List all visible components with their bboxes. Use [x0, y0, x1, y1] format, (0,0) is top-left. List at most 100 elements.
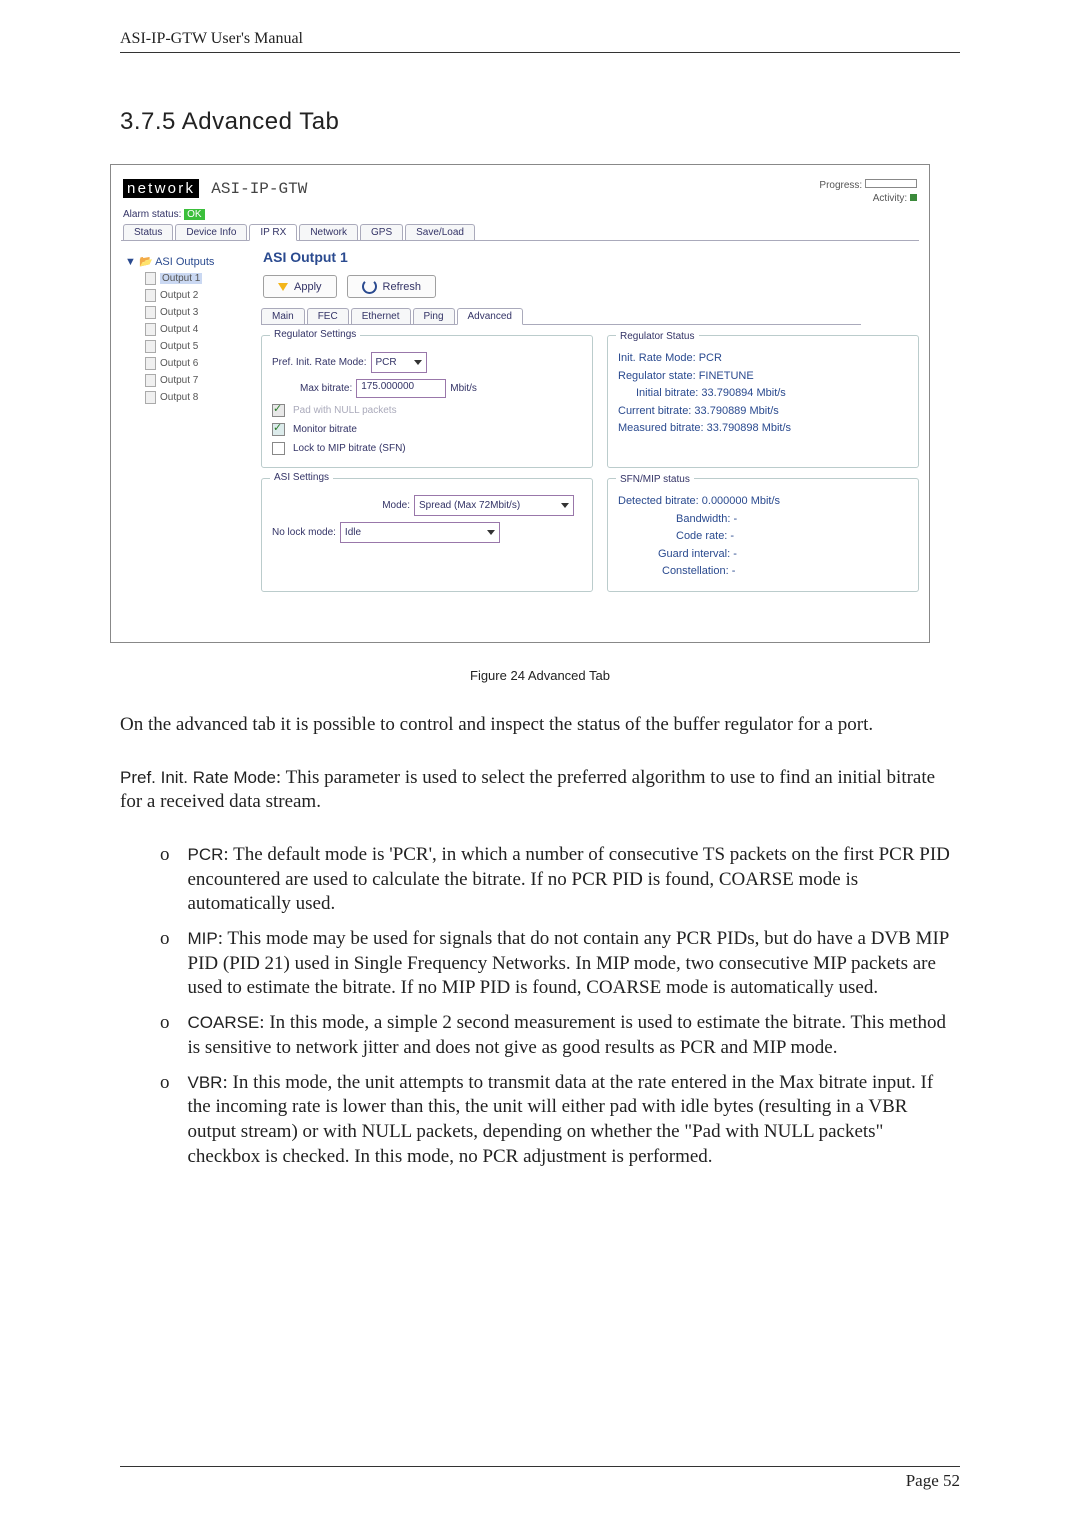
- subtab-ethernet[interactable]: Ethernet: [351, 308, 411, 324]
- asi-settings-legend: ASI Settings: [270, 472, 333, 483]
- max-bitrate-input[interactable]: 175.000000: [356, 379, 446, 398]
- output-tree: ▼ 📂 ASI Outputs Output 1 Output 2 Output…: [125, 249, 249, 622]
- lock-mip-checkbox[interactable]: [272, 442, 285, 455]
- tree-item-label: Output 7: [160, 375, 198, 386]
- list-item-coarse: o COARSE: In this mode, a simple 2 second…: [160, 1011, 960, 1060]
- bullet-mark: o: [160, 927, 170, 1001]
- asi-settings-panel: ASI Settings Mode: Spread (Max 72Mbit/s)…: [261, 478, 593, 592]
- alarm-status-row: Alarm status: OK: [121, 207, 919, 224]
- intro-paragraph: On the advanced tab it is possible to co…: [120, 713, 960, 738]
- pane-title: ASI Output 1: [261, 249, 919, 269]
- tree-output-5[interactable]: Output 5: [145, 338, 249, 355]
- asi-mode-select[interactable]: Spread (Max 72Mbit/s): [414, 495, 574, 516]
- tree-output-2[interactable]: Output 2: [145, 287, 249, 304]
- option-label: PCR: [188, 845, 224, 864]
- pad-null-checkbox: [272, 404, 285, 417]
- section-heading: 3.7.5 Advanced Tab: [120, 108, 960, 136]
- tree-item-label: Output 2: [160, 290, 198, 301]
- document-header: ASI-IP-GTW User's Manual: [120, 30, 960, 53]
- pref-mode-paragraph: Pref. Init. Rate Mode: This parameter is…: [120, 766, 960, 815]
- reg-status-state: Regulator state: FINETUNE: [618, 368, 908, 386]
- pad-null-label: Pad with NULL packets: [293, 405, 397, 416]
- subtab-ping[interactable]: Ping: [413, 308, 455, 324]
- lock-mip-label: Lock to MIP bitrate (SFN): [293, 443, 406, 454]
- document-icon: [145, 323, 156, 336]
- subtab-fec[interactable]: FEC: [307, 308, 349, 324]
- regulator-status-legend: Regulator Status: [616, 329, 699, 345]
- page-footer: Page 52: [120, 1466, 960, 1491]
- sfn-guard-interval: Guard interval: -: [618, 546, 908, 564]
- device-name: ASI-IP-GTW: [211, 180, 307, 198]
- refresh-button-label: Refresh: [383, 281, 422, 293]
- sub-tabstrip: Main FEC Ethernet Ping Advanced: [261, 308, 861, 325]
- sfn-status-legend: SFN/MIP status: [616, 472, 694, 488]
- document-icon: [145, 289, 156, 302]
- tree-root[interactable]: ▼ 📂 ASI Outputs: [125, 253, 249, 270]
- refresh-icon: [362, 279, 377, 294]
- sfn-detected-bitrate: Detected bitrate: 0.000000 Mbit/s: [618, 493, 908, 511]
- activity-dot-icon: [910, 194, 917, 201]
- tree-output-1[interactable]: Output 1: [145, 270, 249, 287]
- tree-item-label: Output 6: [160, 358, 198, 369]
- reg-status-init-mode: Init. Rate Mode: PCR: [618, 350, 908, 368]
- activity-label: Activity:: [873, 193, 907, 204]
- tree-output-6[interactable]: Output 6: [145, 355, 249, 372]
- document-icon: [145, 272, 156, 285]
- bullet-mark: o: [160, 1011, 170, 1060]
- nolock-label: No lock mode:: [272, 527, 336, 538]
- tab-status[interactable]: Status: [123, 224, 173, 240]
- refresh-button[interactable]: Refresh: [347, 275, 437, 298]
- nolock-value: Idle: [345, 527, 361, 538]
- main-tabstrip: Status Device Info IP RX Network GPS Sav…: [121, 224, 919, 241]
- bullet-mark: o: [160, 1071, 170, 1170]
- tree-item-label: Output 8: [160, 392, 198, 403]
- tree-item-label: Output 5: [160, 341, 198, 352]
- subtab-main[interactable]: Main: [261, 308, 305, 324]
- monitor-bitrate-label: Monitor bitrate: [293, 424, 357, 435]
- option-text: : The default mode is 'PCR', in which a …: [188, 844, 950, 914]
- asi-mode-value: Spread (Max 72Mbit/s): [419, 500, 520, 511]
- option-label: COARSE: [188, 1013, 260, 1032]
- tree-item-label: Output 3: [160, 307, 198, 318]
- pref-mode-select[interactable]: PCR: [371, 352, 427, 373]
- reg-status-measured-bitrate: Measured bitrate: 33.790898 Mbit/s: [618, 420, 908, 438]
- alarm-status-badge: OK: [184, 209, 204, 220]
- option-label: VBR: [188, 1073, 223, 1092]
- regulator-status-panel: Regulator Status Init. Rate Mode: PCR Re…: [607, 335, 919, 468]
- option-label: MIP: [188, 929, 218, 948]
- tab-network[interactable]: Network: [299, 224, 358, 240]
- document-icon: [145, 306, 156, 319]
- max-bitrate-label: Max bitrate:: [300, 383, 352, 394]
- tab-ip-rx[interactable]: IP RX: [249, 224, 297, 241]
- regulator-settings-panel: Regulator Settings Pref. Init. Rate Mode…: [261, 335, 593, 468]
- status-indicators: Progress: Activity:: [819, 179, 917, 205]
- figure-screenshot: network ASI-IP-GTW Progress: Activity: A…: [110, 164, 930, 643]
- max-bitrate-unit: Mbit/s: [450, 383, 477, 394]
- tree-output-3[interactable]: Output 3: [145, 304, 249, 321]
- tab-device-info[interactable]: Device Info: [175, 224, 247, 240]
- tree-output-4[interactable]: Output 4: [145, 321, 249, 338]
- option-text: : This mode may be used for signals that…: [188, 928, 949, 998]
- list-item-pcr: oPCR: The default mode is 'PCR', in whic…: [160, 843, 960, 917]
- tab-save-load[interactable]: Save/Load: [405, 224, 475, 240]
- document-icon: [145, 391, 156, 404]
- nolock-select[interactable]: Idle: [340, 522, 500, 543]
- reg-status-initial-bitrate: Initial bitrate: 33.790894 Mbit/s: [618, 385, 908, 403]
- option-text: : In this mode, the unit attempts to tra…: [188, 1072, 934, 1167]
- tree-output-8[interactable]: Output 8: [145, 389, 249, 406]
- subtab-advanced[interactable]: Advanced: [457, 308, 523, 325]
- brand-logo: network: [123, 179, 199, 198]
- tab-gps[interactable]: GPS: [360, 224, 403, 240]
- pref-mode-label: Pref. Init. Rate Mode:: [272, 357, 367, 368]
- option-text: : In this mode, a simple 2 second measur…: [188, 1012, 946, 1058]
- tree-item-label: Output 4: [160, 324, 198, 335]
- reg-status-current-bitrate: Current bitrate: 33.790889 Mbit/s: [618, 403, 908, 421]
- caret-down-icon: [487, 530, 495, 535]
- apply-button[interactable]: Apply: [263, 275, 337, 298]
- tree-item-label: Output 1: [160, 273, 202, 284]
- document-icon: [145, 357, 156, 370]
- regulator-settings-legend: Regulator Settings: [270, 329, 360, 340]
- tree-output-7[interactable]: Output 7: [145, 372, 249, 389]
- apply-icon: [278, 283, 288, 291]
- monitor-bitrate-checkbox[interactable]: [272, 423, 285, 436]
